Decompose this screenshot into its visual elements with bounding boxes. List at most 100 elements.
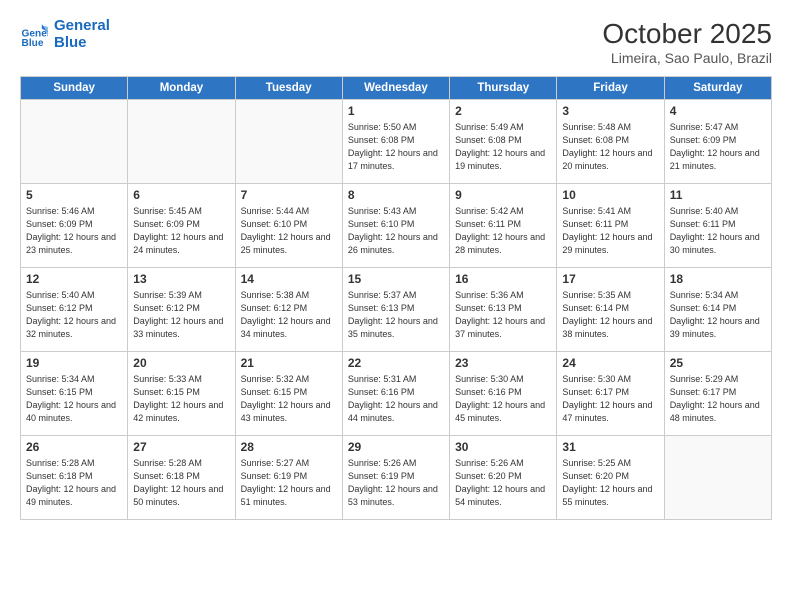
location-subtitle: Limeira, Sao Paulo, Brazil bbox=[602, 50, 772, 66]
calendar-cell: 4 Sunrise: 5:47 AMSunset: 6:09 PMDaylight… bbox=[664, 100, 771, 184]
day-number: 3 bbox=[562, 104, 658, 118]
calendar-cell: 16 Sunrise: 5:36 AMSunset: 6:13 PMDayligh… bbox=[450, 268, 557, 352]
day-header-thursday: Thursday bbox=[450, 77, 557, 100]
day-number: 5 bbox=[26, 188, 122, 202]
cell-info: Sunrise: 5:45 AMSunset: 6:09 PMDaylight:… bbox=[133, 205, 229, 257]
day-header-wednesday: Wednesday bbox=[342, 77, 449, 100]
header: General Blue General Blue October 2025 L… bbox=[20, 18, 772, 66]
day-number: 14 bbox=[241, 272, 337, 286]
day-number: 6 bbox=[133, 188, 229, 202]
calendar-cell bbox=[21, 100, 128, 184]
week-row-3: 12 Sunrise: 5:40 AMSunset: 6:12 PMDayligh… bbox=[21, 268, 772, 352]
cell-info: Sunrise: 5:30 AMSunset: 6:17 PMDaylight:… bbox=[562, 373, 658, 425]
title-block: October 2025 Limeira, Sao Paulo, Brazil bbox=[602, 18, 772, 66]
calendar-cell: 28 Sunrise: 5:27 AMSunset: 6:19 PMDayligh… bbox=[235, 436, 342, 520]
calendar-cell: 8Sunrise: 5:43 AMSunset: 6:10 PMDaylight… bbox=[342, 184, 449, 268]
cell-info: Sunrise: 5:30 AMSunset: 6:16 PMDaylight:… bbox=[455, 373, 551, 425]
cell-info: Sunrise: 5:34 AMSunset: 6:14 PMDaylight:… bbox=[670, 289, 766, 341]
calendar-cell: 23 Sunrise: 5:30 AMSunset: 6:16 PMDayligh… bbox=[450, 352, 557, 436]
calendar-cell: 10Sunrise: 5:41 AMSunset: 6:11 PMDayligh… bbox=[557, 184, 664, 268]
calendar-cell: 21Sunrise: 5:32 AMSunset: 6:15 PMDayligh… bbox=[235, 352, 342, 436]
week-row-2: 5 Sunrise: 5:46 AMSunset: 6:09 PMDaylight… bbox=[21, 184, 772, 268]
cell-info: Sunrise: 5:26 AMSunset: 6:19 PMDaylight:… bbox=[348, 457, 444, 509]
cell-info: Sunrise: 5:40 AMSunset: 6:11 PMDaylight:… bbox=[670, 205, 766, 257]
calendar-cell: 24Sunrise: 5:30 AMSunset: 6:17 PMDayligh… bbox=[557, 352, 664, 436]
calendar-cell: 31 Sunrise: 5:25 AMSunset: 6:20 PMDayligh… bbox=[557, 436, 664, 520]
day-number: 13 bbox=[133, 272, 229, 286]
calendar-cell: 29 Sunrise: 5:26 AMSunset: 6:19 PMDayligh… bbox=[342, 436, 449, 520]
cell-info: Sunrise: 5:48 AMSunset: 6:08 PMDaylight:… bbox=[562, 121, 658, 173]
cell-info: Sunrise: 5:41 AMSunset: 6:11 PMDaylight:… bbox=[562, 205, 658, 257]
logo-icon: General Blue bbox=[20, 21, 48, 49]
day-header-friday: Friday bbox=[557, 77, 664, 100]
calendar: SundayMondayTuesdayWednesdayThursdayFrid… bbox=[20, 76, 772, 520]
week-row-5: 26Sunrise: 5:28 AMSunset: 6:18 PMDayligh… bbox=[21, 436, 772, 520]
logo-text: General Blue bbox=[54, 18, 110, 51]
calendar-cell: 20 Sunrise: 5:33 AMSunset: 6:15 PMDayligh… bbox=[128, 352, 235, 436]
cell-info: Sunrise: 5:36 AMSunset: 6:13 PMDaylight:… bbox=[455, 289, 551, 341]
calendar-cell: 30 Sunrise: 5:26 AMSunset: 6:20 PMDayligh… bbox=[450, 436, 557, 520]
day-number: 19 bbox=[26, 356, 122, 370]
week-row-4: 19Sunrise: 5:34 AMSunset: 6:15 PMDayligh… bbox=[21, 352, 772, 436]
calendar-cell: 27Sunrise: 5:28 AMSunset: 6:18 PMDayligh… bbox=[128, 436, 235, 520]
calendar-cell: 9Sunrise: 5:42 AMSunset: 6:11 PMDaylight… bbox=[450, 184, 557, 268]
cell-info: Sunrise: 5:26 AMSunset: 6:20 PMDaylight:… bbox=[455, 457, 551, 509]
day-header-monday: Monday bbox=[128, 77, 235, 100]
cell-info: Sunrise: 5:32 AMSunset: 6:15 PMDaylight:… bbox=[241, 373, 337, 425]
calendar-cell: 18 Sunrise: 5:34 AMSunset: 6:14 PMDayligh… bbox=[664, 268, 771, 352]
calendar-cell bbox=[128, 100, 235, 184]
calendar-cell: 25 Sunrise: 5:29 AMSunset: 6:17 PMDayligh… bbox=[664, 352, 771, 436]
day-number: 26 bbox=[26, 440, 122, 454]
month-title: October 2025 bbox=[602, 18, 772, 50]
day-number: 1 bbox=[348, 104, 444, 118]
header-row: SundayMondayTuesdayWednesdayThursdayFrid… bbox=[21, 77, 772, 100]
cell-info: Sunrise: 5:40 AMSunset: 6:12 PMDaylight:… bbox=[26, 289, 122, 341]
calendar-cell: 6 Sunrise: 5:45 AMSunset: 6:09 PMDaylight… bbox=[128, 184, 235, 268]
cell-info: Sunrise: 5:33 AMSunset: 6:15 PMDaylight:… bbox=[133, 373, 229, 425]
calendar-cell: 22 Sunrise: 5:31 AMSunset: 6:16 PMDayligh… bbox=[342, 352, 449, 436]
week-row-1: 1 Sunrise: 5:50 AMSunset: 6:08 PMDaylight… bbox=[21, 100, 772, 184]
day-number: 12 bbox=[26, 272, 122, 286]
calendar-cell: 1 Sunrise: 5:50 AMSunset: 6:08 PMDaylight… bbox=[342, 100, 449, 184]
cell-info: Sunrise: 5:50 AMSunset: 6:08 PMDaylight:… bbox=[348, 121, 444, 173]
page: General Blue General Blue October 2025 L… bbox=[0, 0, 792, 612]
day-number: 25 bbox=[670, 356, 766, 370]
calendar-cell: 14 Sunrise: 5:38 AMSunset: 6:12 PMDayligh… bbox=[235, 268, 342, 352]
day-number: 15 bbox=[348, 272, 444, 286]
calendar-cell: 15 Sunrise: 5:37 AMSunset: 6:13 PMDayligh… bbox=[342, 268, 449, 352]
day-number: 11 bbox=[670, 188, 766, 202]
cell-info: Sunrise: 5:39 AMSunset: 6:12 PMDaylight:… bbox=[133, 289, 229, 341]
svg-text:Blue: Blue bbox=[22, 37, 44, 48]
cell-info: Sunrise: 5:25 AMSunset: 6:20 PMDaylight:… bbox=[562, 457, 658, 509]
cell-info: Sunrise: 5:43 AMSunset: 6:10 PMDaylight:… bbox=[348, 205, 444, 257]
calendar-cell bbox=[664, 436, 771, 520]
day-number: 30 bbox=[455, 440, 551, 454]
cell-info: Sunrise: 5:31 AMSunset: 6:16 PMDaylight:… bbox=[348, 373, 444, 425]
calendar-cell: 3 Sunrise: 5:48 AMSunset: 6:08 PMDaylight… bbox=[557, 100, 664, 184]
cell-info: Sunrise: 5:44 AMSunset: 6:10 PMDaylight:… bbox=[241, 205, 337, 257]
day-number: 27 bbox=[133, 440, 229, 454]
day-number: 28 bbox=[241, 440, 337, 454]
day-number: 31 bbox=[562, 440, 658, 454]
cell-info: Sunrise: 5:46 AMSunset: 6:09 PMDaylight:… bbox=[26, 205, 122, 257]
day-number: 17 bbox=[562, 272, 658, 286]
calendar-cell: 2Sunrise: 5:49 AMSunset: 6:08 PMDaylight… bbox=[450, 100, 557, 184]
cell-info: Sunrise: 5:38 AMSunset: 6:12 PMDaylight:… bbox=[241, 289, 337, 341]
calendar-cell: 12 Sunrise: 5:40 AMSunset: 6:12 PMDayligh… bbox=[21, 268, 128, 352]
day-number: 23 bbox=[455, 356, 551, 370]
cell-info: Sunrise: 5:47 AMSunset: 6:09 PMDaylight:… bbox=[670, 121, 766, 173]
day-header-sunday: Sunday bbox=[21, 77, 128, 100]
day-number: 20 bbox=[133, 356, 229, 370]
day-number: 18 bbox=[670, 272, 766, 286]
day-number: 16 bbox=[455, 272, 551, 286]
day-header-saturday: Saturday bbox=[664, 77, 771, 100]
cell-info: Sunrise: 5:29 AMSunset: 6:17 PMDaylight:… bbox=[670, 373, 766, 425]
cell-info: Sunrise: 5:42 AMSunset: 6:11 PMDaylight:… bbox=[455, 205, 551, 257]
day-number: 29 bbox=[348, 440, 444, 454]
calendar-cell bbox=[235, 100, 342, 184]
day-number: 22 bbox=[348, 356, 444, 370]
day-number: 4 bbox=[670, 104, 766, 118]
cell-info: Sunrise: 5:27 AMSunset: 6:19 PMDaylight:… bbox=[241, 457, 337, 509]
day-number: 7 bbox=[241, 188, 337, 202]
cell-info: Sunrise: 5:37 AMSunset: 6:13 PMDaylight:… bbox=[348, 289, 444, 341]
